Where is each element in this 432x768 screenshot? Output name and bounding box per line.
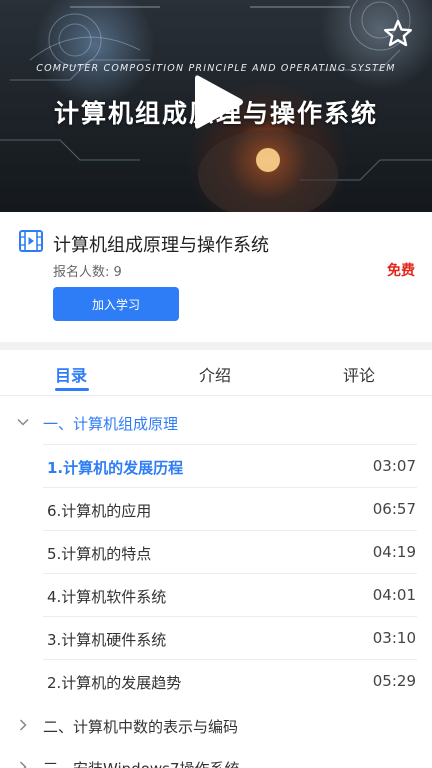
tab-active-indicator [55,388,89,391]
tab-intro[interactable]: 介绍 [199,362,231,386]
chapter-label: 一、计算机组成原理 [43,415,179,433]
star-outline-icon[interactable] [382,18,414,50]
lesson-duration: 03:10 [372,629,416,647]
chapter-item[interactable]: 二、计算机中数的表示与编码 [0,705,432,747]
lesson-item[interactable]: 1.计算机的发展历程 03:07 [43,444,417,487]
chapter-item[interactable]: 一、计算机组成原理 [0,402,432,444]
chapter-label: 二、计算机中数的表示与编码 [43,718,239,736]
lesson-duration: 05:29 [372,672,416,690]
tab-catalog[interactable]: 目录 [55,362,87,386]
lesson-title: 5.计算机的特点 [47,545,152,563]
lesson-title: 6.计算机的应用 [47,502,152,520]
enroll-count: 报名人数: 9 [53,265,122,280]
lesson-duration: 04:01 [372,586,416,604]
lesson-title: 3.计算机硬件系统 [47,631,167,649]
video-player[interactable]: COMPUTER COMPOSITION PRINCIPLE AND OPERA… [0,0,432,212]
lesson-item[interactable]: 5.计算机的特点 04:19 [43,530,417,573]
lesson-title: 1.计算机的发展历程 [47,459,184,477]
lesson-item[interactable]: 6.计算机的应用 06:57 [43,487,417,530]
section-divider [0,342,432,350]
lesson-item[interactable]: 3.计算机硬件系统 03:10 [43,616,417,659]
tab-comments[interactable]: 评论 [343,362,375,386]
lesson-title: 4.计算机软件系统 [47,588,167,606]
lesson-title: 2.计算机的发展趋势 [47,674,182,692]
lesson-duration: 03:07 [372,457,416,475]
course-title: 计算机组成原理与操作系统 [53,235,269,256]
lesson-duration: 04:19 [372,543,416,561]
chevron-down-icon [17,418,29,426]
chapter-label: 三、安装Windows7操作系统 [43,758,240,768]
chevron-right-icon [19,761,27,768]
video-icon [19,230,43,252]
play-icon[interactable] [185,70,249,134]
lesson-item[interactable]: 4.计算机软件系统 04:01 [43,573,417,616]
tab-bar: 目录 介绍 评论 [0,350,432,396]
chevron-right-icon [19,719,27,731]
chapter-item[interactable]: 三、安装Windows7操作系统 [0,747,432,768]
lesson-item[interactable]: 2.计算机的发展趋势 05:29 [43,659,417,702]
join-study-button[interactable]: 加入学习 [53,287,179,321]
lesson-duration: 06:57 [372,500,416,518]
price-badge: 免费 [387,263,415,279]
course-info: 计算机组成原理与操作系统 报名人数: 9 免费 加入学习 [0,212,432,342]
